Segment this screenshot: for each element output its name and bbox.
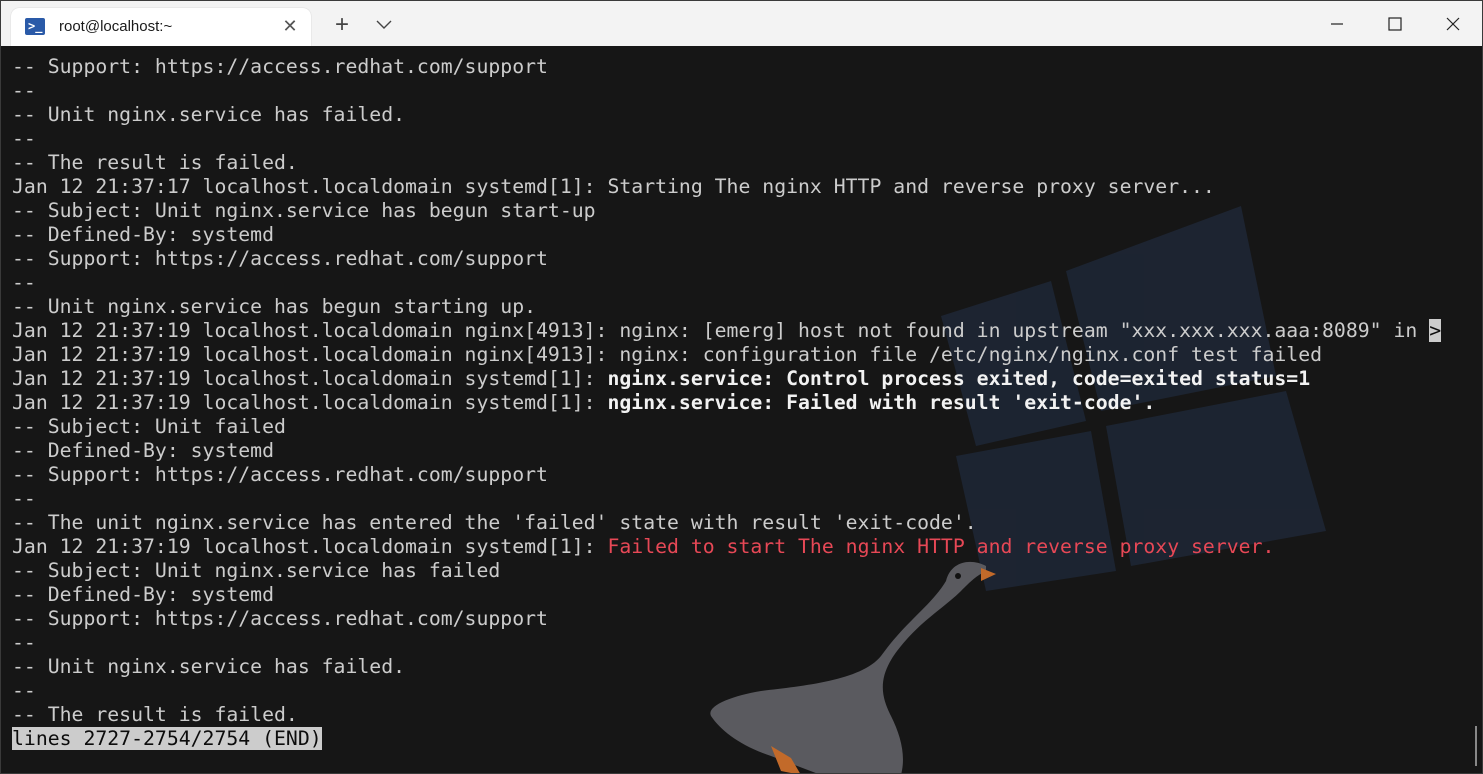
terminal-text-segment: -- Subject: Unit nginx.service has faile…	[12, 559, 501, 582]
tab-title: root@localhost:~	[59, 18, 173, 35]
terminal-text-segment: -- Defined-By: systemd	[12, 583, 275, 606]
terminal-text-segment: --	[12, 631, 36, 654]
terminal-line: --	[12, 271, 1441, 295]
terminal-line: --	[12, 487, 1441, 511]
terminal-text-segment: -- Defined-By: systemd	[12, 223, 275, 246]
terminal-text-segment: --	[12, 127, 36, 150]
maximize-button[interactable]	[1366, 1, 1424, 46]
terminal-line: -- Support: https://access.redhat.com/su…	[12, 55, 1441, 79]
terminal-text-segment: Failed to start The nginx HTTP and rever…	[607, 535, 1275, 558]
terminal-line: -- Unit nginx.service has failed.	[12, 103, 1441, 127]
terminal-text-segment: -- The result is failed.	[12, 703, 298, 726]
terminal-text-segment: -- Subject: Unit failed	[12, 415, 286, 438]
terminal-text-segment: -- Unit nginx.service has failed.	[12, 103, 406, 126]
terminal-line: -- Subject: Unit nginx.service has begun…	[12, 199, 1441, 223]
terminal-line: Jan 12 21:37:19 localhost.localdomain sy…	[12, 367, 1441, 391]
terminal-line: Jan 12 21:37:17 localhost.localdomain sy…	[12, 175, 1441, 199]
terminal-line: Jan 12 21:37:19 localhost.localdomain ng…	[12, 319, 1442, 343]
terminal-line: -- Defined-By: systemd	[12, 223, 1441, 247]
terminal-line: --	[12, 679, 1441, 703]
terminal-line: --	[12, 127, 1441, 151]
new-tab-button[interactable]: +	[327, 11, 357, 39]
close-window-button[interactable]	[1424, 1, 1482, 46]
terminal-line: -- Support: https://access.redhat.com/su…	[12, 607, 1441, 631]
tab-root-localhost[interactable]: >_ root@localhost:~ ✕	[11, 8, 311, 46]
terminal-text-segment: -- Support: https://access.redhat.com/su…	[12, 55, 548, 78]
terminal-text-segment: -- The result is failed.	[12, 151, 298, 174]
terminal-text-segment: Jan 12 21:37:17 localhost.localdomain sy…	[12, 175, 1215, 198]
terminal-text-segment: nginx.service: Failed with result 'exit-…	[607, 391, 1156, 414]
terminal-text-segment: Jan 12 21:37:19 localhost.localdomain sy…	[12, 535, 608, 558]
close-tab-icon[interactable]: ✕	[281, 17, 299, 35]
terminal-text-segment: --	[12, 79, 36, 102]
terminal-text-segment: >	[1429, 319, 1442, 342]
scrollbar-thumb[interactable]	[1475, 726, 1477, 766]
pager-status-line: lines 2727-2754/2754 (END)	[12, 727, 1441, 751]
terminal-line: -- Support: https://access.redhat.com/su…	[12, 247, 1441, 271]
terminal-content[interactable]: -- Support: https://access.redhat.com/su…	[1, 46, 1480, 773]
pager-status-text: lines 2727-2754/2754 (END)	[12, 727, 322, 750]
terminal-text-segment: -- Unit nginx.service has begun starting…	[12, 295, 537, 318]
terminal-text-segment: -- Subject: Unit nginx.service has begun…	[12, 199, 596, 222]
terminal-text-segment: Jan 12 21:37:19 localhost.localdomain ng…	[12, 343, 1323, 366]
terminal-line: -- Subject: Unit failed	[12, 415, 1441, 439]
terminal-text-segment: Jan 12 21:37:19 localhost.localdomain sy…	[12, 367, 608, 390]
terminal-text-segment: -- Support: https://access.redhat.com/su…	[12, 463, 548, 486]
close-icon	[1446, 17, 1460, 30]
minimize-icon	[1331, 22, 1343, 25]
terminal-line: -- The unit nginx.service has entered th…	[12, 511, 1441, 535]
title-bar[interactable]: >_ root@localhost:~ ✕ +	[1, 1, 1482, 46]
terminal-text-segment: -- Defined-By: systemd	[12, 439, 275, 462]
terminal-line: -- Subject: Unit nginx.service has faile…	[12, 559, 1441, 583]
terminal-line: -- Defined-By: systemd	[12, 583, 1441, 607]
terminal-text-segment: --	[12, 487, 36, 510]
terminal-text-segment: nginx.service: Control process exited, c…	[607, 367, 1311, 390]
terminal-line: --	[12, 631, 1441, 655]
terminal-line: Jan 12 21:37:19 localhost.localdomain sy…	[12, 535, 1441, 559]
terminal-text-segment: Jan 12 21:37:19 localhost.localdomain sy…	[12, 391, 608, 414]
minimize-button[interactable]	[1308, 1, 1366, 46]
terminal-text-segment: Jan 12 21:37:19 localhost.localdomain ng…	[12, 319, 1430, 342]
terminal-line: -- Defined-By: systemd	[12, 439, 1441, 463]
chevron-down-icon[interactable]	[371, 12, 397, 40]
terminal-text-segment: -- Unit nginx.service has failed.	[12, 655, 406, 678]
terminal-output: -- Support: https://access.redhat.com/su…	[12, 55, 1442, 751]
terminal-line: -- Unit nginx.service has begun starting…	[12, 295, 1441, 319]
terminal-line: -- Unit nginx.service has failed.	[12, 655, 1441, 679]
terminal-text-segment: -- Support: https://access.redhat.com/su…	[12, 247, 548, 270]
maximize-icon	[1388, 16, 1402, 31]
terminal-line: -- The result is failed.	[12, 703, 1441, 727]
terminal-line: -- The result is failed.	[12, 151, 1441, 175]
terminal-line: Jan 12 21:37:19 localhost.localdomain ng…	[12, 343, 1441, 367]
powershell-icon: >_	[25, 18, 45, 35]
terminal-text-segment: -- Support: https://access.redhat.com/su…	[12, 607, 548, 630]
terminal-text-segment: -- The unit nginx.service has entered th…	[12, 511, 977, 534]
terminal-text-segment: --	[12, 271, 36, 294]
terminal-line: -- Support: https://access.redhat.com/su…	[12, 463, 1441, 487]
terminal-window: >_ root@localhost:~ ✕ + -- Support: http…	[0, 0, 1483, 774]
terminal-line: Jan 12 21:37:19 localhost.localdomain sy…	[12, 391, 1441, 415]
terminal-text-segment: --	[12, 679, 36, 702]
terminal-line: --	[12, 79, 1441, 103]
